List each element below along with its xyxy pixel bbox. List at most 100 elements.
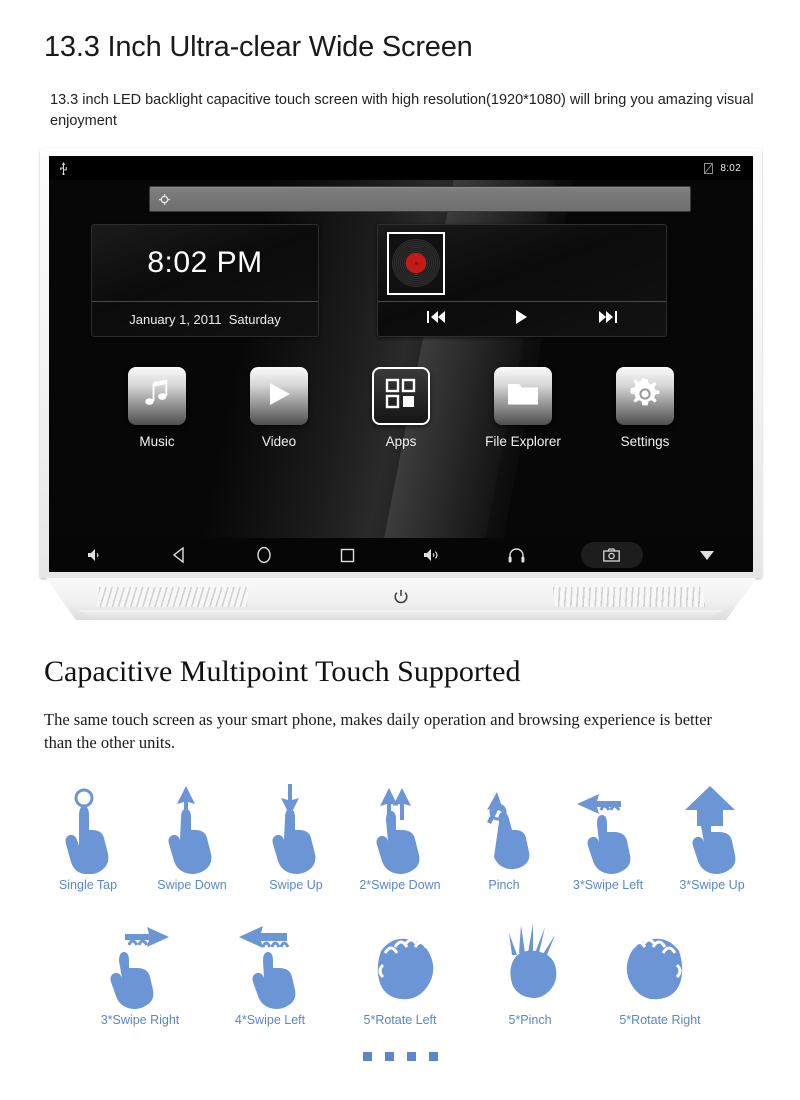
gesture-label: Single Tap bbox=[58, 878, 118, 892]
gesture-label: 3*Swipe Right bbox=[100, 1013, 180, 1027]
gesture-item: 3*Swipe Left bbox=[562, 778, 654, 892]
screenshot-button[interactable] bbox=[580, 542, 643, 568]
music-note-icon bbox=[143, 379, 171, 414]
status-bar-right: 8:02 bbox=[704, 162, 741, 174]
previous-track-button[interactable] bbox=[426, 310, 446, 329]
gesture-label: 3*Swipe Up bbox=[679, 878, 745, 892]
hand-five-rotate-left-icon bbox=[361, 913, 439, 1009]
gesture-label: 5*Rotate Left bbox=[363, 1013, 437, 1027]
gesture-item: 5*Pinch bbox=[484, 913, 576, 1027]
hand-pinch-icon bbox=[473, 778, 535, 874]
gesture-item: Pinch bbox=[458, 778, 550, 892]
gesture-item: 2*Swipe Down bbox=[354, 778, 446, 892]
app-video[interactable]: Video bbox=[239, 367, 319, 449]
pagination-dot[interactable] bbox=[362, 1052, 372, 1061]
section2-description: The same touch screen as your smart phon… bbox=[44, 710, 713, 752]
clock-time: 8:02 PM bbox=[147, 246, 263, 279]
gesture-label: 3*Swipe Left bbox=[572, 878, 644, 892]
hand-three-swipe-up-icon bbox=[677, 778, 747, 874]
speaker-grille-left bbox=[96, 587, 250, 607]
gesture-row-2: 3*Swipe Right 4*Swipe Left 5*Rotate Left… bbox=[0, 913, 800, 1027]
gesture-label: 5*Pinch bbox=[508, 1013, 552, 1027]
search-input[interactable] bbox=[149, 186, 691, 212]
gesture-label: 5*Rotate Right bbox=[619, 1013, 701, 1027]
hand-swipe-up-icon bbox=[265, 778, 327, 874]
volume-up-button[interactable] bbox=[412, 542, 452, 568]
gesture-label: 2*Swipe Down bbox=[359, 878, 441, 892]
next-track-button[interactable] bbox=[598, 310, 618, 329]
album-art bbox=[387, 231, 445, 295]
clock-widget[interactable]: 8:02 PM January 1, 2011 Saturday bbox=[91, 224, 319, 337]
hand-two-swipe-down-icon bbox=[364, 778, 436, 874]
hand-swipe-down-icon bbox=[161, 778, 223, 874]
speaker-grille-right bbox=[552, 587, 706, 607]
section2-title: Capacitive Multipoint Touch Supported bbox=[44, 655, 521, 688]
usb-icon bbox=[59, 161, 68, 175]
gesture-item: Single Tap bbox=[42, 778, 134, 892]
pagination-dot[interactable] bbox=[384, 1052, 394, 1061]
app-settings[interactable]: Settings bbox=[605, 367, 685, 449]
device-screen: 8:02 8:02 PM January 1, 2011 Saturday Mu… bbox=[49, 156, 753, 572]
media-player-widget[interactable] bbox=[377, 224, 667, 337]
app-tile bbox=[372, 367, 430, 425]
status-bar-left bbox=[59, 161, 68, 175]
gesture-label: Swipe Up bbox=[269, 878, 323, 892]
play-button[interactable] bbox=[514, 309, 529, 330]
gesture-row-1: Single Tap Swipe Down Swipe Up 2*Swipe D… bbox=[0, 778, 800, 892]
gesture-label: Swipe Down bbox=[157, 878, 227, 892]
power-icon[interactable] bbox=[394, 589, 409, 610]
gesture-item: Swipe Down bbox=[146, 778, 238, 892]
app-file-explorer[interactable]: File Explorer bbox=[483, 367, 563, 449]
gear-icon bbox=[629, 375, 661, 415]
app-label: Apps bbox=[385, 434, 417, 449]
gesture-label: 4*Swipe Left bbox=[234, 1013, 306, 1027]
gesture-item: 3*Swipe Right bbox=[94, 913, 186, 1027]
google-search-icon bbox=[159, 193, 170, 205]
headrest-monitor-device: 8:02 8:02 PM January 1, 2011 Saturday Mu… bbox=[40, 148, 762, 628]
vinyl-record-icon bbox=[392, 239, 440, 287]
app-label: Video bbox=[261, 434, 297, 449]
gesture-item: 4*Swipe Left bbox=[224, 913, 316, 1027]
play-icon bbox=[264, 379, 294, 414]
folder-icon bbox=[507, 381, 539, 412]
gesture-item: 5*Rotate Left bbox=[354, 913, 446, 1027]
pagination-dot[interactable] bbox=[428, 1052, 438, 1061]
app-label: File Explorer bbox=[485, 434, 561, 449]
app-tile bbox=[616, 367, 674, 425]
navigation-bar bbox=[49, 538, 753, 572]
home-widgets: 8:02 PM January 1, 2011 Saturday bbox=[49, 212, 753, 337]
hide-navbar-button[interactable] bbox=[687, 542, 727, 568]
search-bar-row bbox=[49, 180, 753, 212]
app-label: Music bbox=[139, 434, 175, 449]
volume-down-button[interactable] bbox=[75, 542, 115, 568]
app-grid-icon bbox=[385, 378, 417, 415]
app-music[interactable]: Music bbox=[117, 367, 197, 449]
base-lip bbox=[78, 610, 724, 617]
headphone-button[interactable] bbox=[496, 542, 536, 568]
hand-three-swipe-left-icon bbox=[573, 778, 643, 874]
gesture-item: 3*Swipe Up bbox=[666, 778, 758, 892]
gesture-label: Pinch bbox=[488, 878, 520, 892]
home-button[interactable] bbox=[244, 542, 284, 568]
product-detail-page: 13.3 Inch Ultra-clear Wide Screen 13.3 i… bbox=[0, 0, 800, 1100]
pagination-dots[interactable] bbox=[0, 1052, 800, 1061]
back-button[interactable] bbox=[159, 542, 199, 568]
device-base bbox=[46, 578, 756, 620]
app-tile bbox=[128, 367, 186, 425]
app-tile bbox=[250, 367, 308, 425]
gesture-item: 5*Rotate Right bbox=[614, 913, 706, 1027]
hand-single-tap-icon bbox=[57, 778, 119, 874]
app-label: Settings bbox=[620, 434, 670, 449]
section1-title: 13.3 Inch Ultra-clear Wide Screen bbox=[44, 31, 473, 63]
hand-three-swipe-right-icon bbox=[103, 913, 177, 1009]
gesture-item: Swipe Up bbox=[250, 778, 342, 892]
media-art-area bbox=[378, 225, 666, 301]
media-controls bbox=[378, 302, 666, 336]
app-apps[interactable]: Apps bbox=[361, 367, 441, 449]
clock-date: January 1, 2011 Saturday bbox=[129, 311, 281, 327]
recents-button[interactable] bbox=[328, 542, 368, 568]
hand-four-swipe-left-icon bbox=[233, 913, 307, 1009]
app-dock: Music Video Apps File Explorer Settings bbox=[49, 337, 753, 449]
status-bar: 8:02 bbox=[49, 156, 753, 180]
pagination-dot[interactable] bbox=[406, 1052, 416, 1061]
